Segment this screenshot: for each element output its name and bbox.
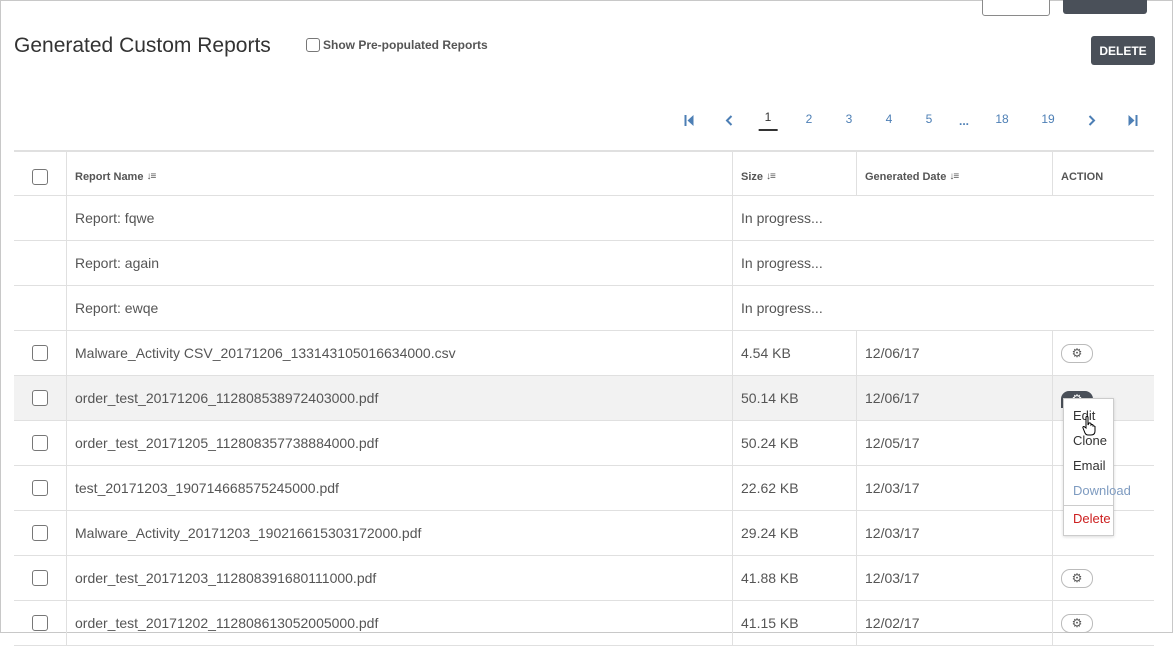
show-prepopulated-toggle[interactable]: Show Pre-populated Reports: [306, 38, 488, 52]
report-status: In progress...: [741, 210, 823, 226]
report-name: Malware_Activity CSV_20171206_1331431050…: [67, 331, 733, 375]
select-all-checkbox[interactable]: [32, 168, 48, 185]
row-checkbox[interactable]: [32, 345, 48, 361]
report-size: 29.24 KB: [733, 511, 857, 555]
pagination: 1 2 3 4 5 ... 18 19: [0, 110, 1175, 132]
show-prepopulated-label: Show Pre-populated Reports: [323, 38, 488, 52]
last-page-icon[interactable]: [1128, 115, 1138, 126]
table-row: Malware_Activity_20171203_19021661530317…: [14, 511, 1154, 556]
gear-icon[interactable]: ⚙: [1061, 343, 1093, 363]
report-size: 41.88 KB: [733, 556, 857, 600]
first-page-icon[interactable]: [684, 115, 694, 126]
page-link-19[interactable]: 19: [1041, 112, 1054, 126]
report-size: 22.62 KB: [733, 466, 857, 510]
table-header: Report Name ↓≡ Size ↓≡ Generated Date ↓≡ AC…: [14, 152, 1154, 196]
hand-cursor-icon: [1082, 416, 1096, 441]
column-header-action: ACTION: [1061, 170, 1104, 183]
page-link-2[interactable]: 2: [806, 112, 813, 126]
sort-icon: ↓≡: [146, 171, 156, 182]
page-link-4[interactable]: 4: [886, 112, 893, 126]
sort-icon: ↓≡: [949, 171, 959, 182]
chevron-right-icon[interactable]: [1088, 115, 1096, 126]
report-date: 12/03/17: [857, 556, 1053, 600]
row-checkbox[interactable]: [32, 480, 48, 496]
table-row-in-progress: Report: again In progress...: [14, 241, 1154, 286]
page-title: Generated Custom Reports: [14, 34, 271, 57]
page-link-3[interactable]: 3: [846, 112, 853, 126]
table-row-in-progress: Report: ewqe In progress...: [14, 286, 1154, 331]
table-row: Malware_Activity CSV_20171206_1331431050…: [14, 331, 1154, 376]
page-ellipsis: ...: [958, 114, 970, 128]
table-row: test_20171203_190714668575245000.pdf 22.…: [14, 466, 1154, 511]
report-size: 50.14 KB: [733, 376, 857, 420]
row-checkbox[interactable]: [32, 390, 48, 406]
menu-item-email[interactable]: Email: [1064, 453, 1113, 478]
report-size: 41.15 KB: [733, 601, 857, 645]
page-link-1[interactable]: 1: [758, 110, 777, 131]
report-size: 50.24 KB: [733, 421, 857, 465]
menu-item-delete[interactable]: Delete: [1064, 505, 1113, 531]
sort-icon: ↓≡: [766, 171, 776, 182]
table-row: order_test_20171206_112808538972403000.p…: [14, 376, 1154, 421]
report-date: 12/02/17: [857, 601, 1053, 645]
page-link-5[interactable]: 5: [926, 112, 933, 126]
report-name: Report: again: [67, 241, 733, 285]
report-date: 12/03/17: [857, 466, 1053, 510]
delete-button[interactable]: DELETE: [1091, 36, 1155, 65]
report-name: Malware_Activity_20171203_19021661530317…: [67, 511, 733, 555]
row-checkbox[interactable]: [32, 570, 48, 586]
report-status: In progress...: [741, 300, 823, 316]
row-checkbox[interactable]: [32, 615, 48, 631]
report-date: 12/06/17: [857, 331, 1053, 375]
column-header-generated-date[interactable]: Generated Date ↓≡: [857, 152, 1053, 195]
report-name: order_test_20171205_112808357738884000.p…: [67, 421, 733, 465]
chevron-left-icon[interactable]: [725, 115, 733, 126]
report-size: 4.54 KB: [733, 331, 857, 375]
table-row: order_test_20171202_112808613052005000.p…: [14, 601, 1154, 646]
menu-item-download[interactable]: Download: [1064, 478, 1131, 503]
top-secondary-button[interactable]: [982, 0, 1050, 16]
report-date: 12/03/17: [857, 511, 1053, 555]
table-row-in-progress: Report: fqwe In progress...: [14, 196, 1154, 241]
page-link-18[interactable]: 18: [995, 112, 1008, 126]
report-name: order_test_20171202_112808613052005000.p…: [67, 601, 733, 645]
column-header-size[interactable]: Size ↓≡: [733, 152, 857, 195]
top-primary-button[interactable]: [1063, 0, 1147, 14]
column-header-report-name[interactable]: Report Name ↓≡: [67, 152, 733, 195]
reports-table: Report Name ↓≡ Size ↓≡ Generated Date ↓≡ AC…: [14, 150, 1154, 646]
gear-icon[interactable]: ⚙: [1061, 568, 1093, 588]
row-checkbox[interactable]: [32, 435, 48, 451]
table-row: order_test_20171205_112808357738884000.p…: [14, 421, 1154, 466]
table-row: order_test_20171203_112808391680111000.p…: [14, 556, 1154, 601]
gear-icon[interactable]: ⚙: [1061, 613, 1093, 633]
report-name: Report: ewqe: [67, 286, 733, 330]
show-prepopulated-checkbox[interactable]: [306, 38, 320, 52]
report-name: order_test_20171206_112808538972403000.p…: [67, 376, 733, 420]
report-date: 12/05/17: [857, 421, 1053, 465]
report-status: In progress...: [741, 255, 823, 271]
report-name: test_20171203_190714668575245000.pdf: [67, 466, 733, 510]
row-checkbox[interactable]: [32, 525, 48, 541]
report-name: order_test_20171203_112808391680111000.p…: [67, 556, 733, 600]
report-name: Report: fqwe: [67, 196, 733, 240]
report-date: 12/06/17: [857, 376, 1053, 420]
